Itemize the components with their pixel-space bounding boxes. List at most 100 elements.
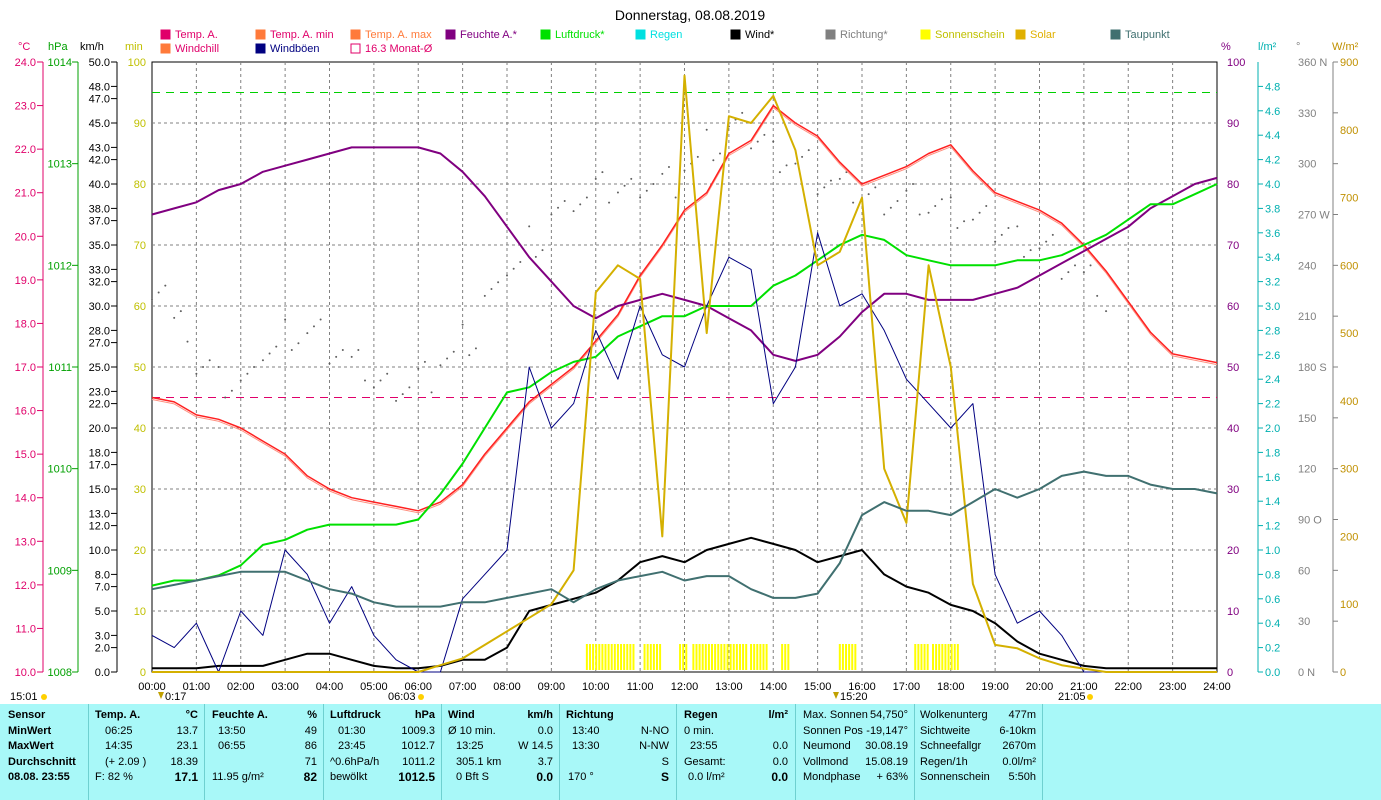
rain-tick-label: 2.4 bbox=[1265, 374, 1280, 386]
time-tick-label: 01:00 bbox=[183, 681, 211, 693]
sunmin-tick-label: 100 bbox=[128, 57, 146, 69]
dir-tick-label: 60 bbox=[1298, 565, 1310, 577]
direction-dot bbox=[772, 140, 775, 143]
dir-tick-label: 330 bbox=[1298, 108, 1316, 120]
pressure-forecast: bewölkt bbox=[330, 771, 368, 783]
direction-dot bbox=[801, 155, 804, 158]
time-tick-label: 14:00 bbox=[759, 681, 787, 693]
legend-label: Windböen bbox=[270, 43, 320, 55]
direction-dot bbox=[379, 379, 382, 382]
sensor-column: Sensor MinWert MaxWert Durchschnitt 08.0… bbox=[8, 708, 88, 786]
direction-dot bbox=[446, 357, 449, 360]
wind-avg-value: 0.0 bbox=[537, 724, 553, 737]
direction-dot bbox=[335, 355, 338, 358]
chart-title: Donnerstag, 08.08.2019 bbox=[615, 7, 765, 23]
wind-tick-label: 2.0 bbox=[95, 643, 110, 655]
direction-dot bbox=[157, 291, 160, 294]
rain-tick-label: 2.0 bbox=[1265, 423, 1280, 435]
direction-dot bbox=[563, 199, 566, 202]
legend-swatch bbox=[730, 29, 741, 40]
dir-tick-label: 150 bbox=[1298, 413, 1316, 425]
legend-swatch bbox=[540, 29, 551, 40]
direction-dot bbox=[712, 159, 715, 162]
direction-dot bbox=[290, 349, 293, 352]
axis-units: °C hPa km/h min% l/m² ° W/m² bbox=[18, 41, 1359, 53]
direction-dot bbox=[395, 399, 398, 402]
temp-trend: (+ 2.09 ) bbox=[105, 755, 147, 768]
direction-dot bbox=[978, 211, 981, 214]
rain-tick-label: 2.2 bbox=[1265, 399, 1280, 411]
humidity-max-time: 06:55 bbox=[218, 740, 246, 752]
direction-dot bbox=[963, 220, 966, 223]
press-tick-label: 1008 bbox=[48, 667, 72, 679]
press-tick-label: 1011 bbox=[48, 362, 72, 374]
temp-tick-label: 16.0 bbox=[15, 406, 36, 418]
solar-tick-label: 200 bbox=[1340, 531, 1358, 543]
temp-tick-label: 11.0 bbox=[15, 623, 36, 635]
direction-dot bbox=[186, 340, 189, 343]
rain-time: 23:55 bbox=[690, 740, 718, 752]
time-tick-label: 20:00 bbox=[1026, 681, 1054, 693]
cloud-base-label: Wolkenunterg bbox=[920, 709, 988, 721]
hum-tick-label: 60 bbox=[1227, 301, 1239, 313]
separator bbox=[204, 704, 205, 800]
direction-dot bbox=[661, 172, 664, 175]
humidity-avg-value: 71 bbox=[304, 755, 317, 768]
legend-swatch bbox=[350, 29, 361, 40]
legend-label: Windchill bbox=[175, 43, 219, 55]
wind-tick-label: 48.0 bbox=[89, 81, 110, 93]
rain-tick-label: 2.8 bbox=[1265, 325, 1280, 337]
direction-dot bbox=[534, 255, 537, 258]
direction-current-value: S bbox=[660, 770, 669, 784]
time-tick-label: 23:00 bbox=[1159, 681, 1187, 693]
direction-dot bbox=[741, 111, 744, 114]
time-tick-label: 08:00 bbox=[493, 681, 521, 693]
direction-dot bbox=[756, 140, 759, 143]
max-sun-value: 54,750° bbox=[869, 709, 908, 721]
dir-tick-label: 240 bbox=[1298, 260, 1316, 272]
time-tick-label: 07:00 bbox=[449, 681, 477, 693]
legend-label: Regen bbox=[650, 29, 682, 41]
dir-unit-label: ° bbox=[1296, 41, 1300, 53]
temp-column: Temp. A. °C 06:25 13.7 14:35 23.1 (+ 2.09 )… bbox=[95, 708, 198, 786]
wind-tick-label: 5.0 bbox=[95, 606, 110, 618]
solar-tick-label: 500 bbox=[1340, 328, 1358, 340]
wind-tick-label: 43.0 bbox=[89, 142, 110, 154]
direction-dot bbox=[985, 205, 988, 208]
temp-unit: °C bbox=[185, 709, 198, 721]
direction-dot bbox=[224, 396, 227, 399]
direction-dot bbox=[971, 218, 974, 221]
temp-max-value: 23.1 bbox=[176, 740, 198, 752]
rain-column: Regen l/m² 0 min. 23:55 0.0 Gesamt: 0.0 0.0… bbox=[684, 708, 788, 786]
sunmin-tick-label: 10 bbox=[134, 606, 146, 618]
legend-swatch bbox=[635, 29, 646, 40]
wind-tick-label: 37.0 bbox=[89, 216, 110, 228]
humidity-current-value: 82 bbox=[303, 770, 317, 784]
rain-tick-label: 3.2 bbox=[1265, 277, 1280, 289]
temp-tick-label: 14.0 bbox=[15, 493, 36, 505]
legend-swatch bbox=[1110, 29, 1121, 40]
humidity-absolute: 11.95 g/m² bbox=[212, 771, 264, 783]
humidity-header: Feuchte A. bbox=[212, 709, 268, 721]
row-max: MaxWert bbox=[8, 740, 54, 752]
legend-label: Richtung* bbox=[840, 29, 888, 41]
rain-tick-label: 0.6 bbox=[1265, 594, 1280, 606]
direction-dot bbox=[284, 318, 287, 321]
temp-tick-label: 17.0 bbox=[15, 362, 36, 374]
pressure-min-time: 01:30 bbox=[338, 724, 366, 737]
direction-dot bbox=[364, 379, 366, 382]
temp-tick-label: 21.0 bbox=[15, 188, 36, 200]
rain-unit-label: l/m² bbox=[1258, 41, 1277, 53]
direction-dot bbox=[246, 372, 249, 375]
sunmin-tick-label: 0 bbox=[140, 667, 146, 679]
rain-current-value: 0.0 bbox=[771, 770, 788, 784]
sensor-header: Sensor bbox=[8, 709, 46, 721]
direction-dot bbox=[557, 206, 560, 209]
direction-header: Richtung bbox=[566, 709, 614, 721]
wind-tick-label: 42.0 bbox=[89, 155, 110, 167]
wind-tick-label: 38.0 bbox=[89, 203, 110, 215]
direction-dot bbox=[889, 206, 892, 209]
direction-dot bbox=[829, 179, 832, 182]
direction-dot bbox=[705, 128, 708, 131]
rain-header: Regen bbox=[684, 709, 718, 721]
